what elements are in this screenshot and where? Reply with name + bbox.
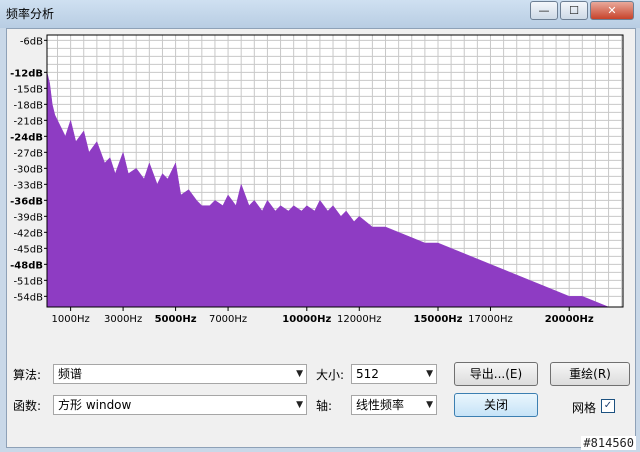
y-tick-label: -36dB (10, 196, 43, 207)
y-tick-label: -42dB (13, 228, 43, 239)
axis-label: 轴: (316, 399, 333, 413)
window-controls: — ☐ ✕ (528, 1, 634, 20)
y-tick-label: -12dB (10, 68, 43, 79)
x-tick-label: 15000Hz (414, 314, 463, 325)
y-tick-label: -24dB (10, 132, 43, 143)
title-bar: 频率分析 — ☐ ✕ (0, 0, 640, 28)
grid-label: 网格 (572, 401, 597, 415)
y-tick-label: -27dB (13, 148, 43, 159)
x-tick-label: 12000Hz (337, 314, 382, 325)
y-tick-label: -45dB (13, 244, 43, 255)
y-tick-label: -51dB (13, 276, 43, 287)
y-tick-label: -33dB (13, 180, 43, 191)
y-tick-label: -39dB (13, 212, 43, 223)
axis-value: 线性频率 (356, 398, 405, 412)
y-tick-label: -15dB (13, 84, 43, 95)
y-tick-label: -6dB (20, 36, 43, 47)
x-tick-label: 1000Hz (52, 314, 90, 325)
y-tick-label: -21dB (13, 116, 43, 127)
replot-button[interactable]: 重绘(R) (550, 362, 630, 386)
size-label: 大小: (316, 368, 345, 382)
close-window-button[interactable]: ✕ (590, 1, 634, 20)
x-tick-label: 7000Hz (209, 314, 247, 325)
spectrum-chart: -6dB -12dB -15dB -18dB -21dB -24dB -27dB -30dB -… (10, 34, 624, 325)
maximize-button[interactable]: ☐ (560, 1, 588, 20)
window-title: 频率分析 (6, 7, 55, 21)
function-label: 函数: (13, 399, 42, 413)
y-tick-label: -18dB (13, 100, 43, 111)
x-tick-label: 17000Hz (468, 314, 513, 325)
dialog-body: -6dB -12dB -15dB -18dB -21dB -24dB -27dB -30dB -… (6, 28, 636, 448)
algorithm-value: 频谱 (58, 367, 83, 381)
size-value: 512 (356, 367, 379, 381)
algorithm-label: 算法: (13, 368, 42, 382)
chevron-down-icon: ▼ (296, 400, 303, 410)
close-button[interactable]: 关闭 (454, 393, 538, 417)
export-button[interactable]: 导出...(E) (454, 362, 538, 386)
size-select[interactable]: 512 ▼ (351, 364, 437, 384)
algorithm-select[interactable]: 频谱 ▼ (53, 364, 307, 384)
x-tick-label: 3000Hz (104, 314, 142, 325)
function-value: 方形 window (58, 398, 132, 412)
minimize-button[interactable]: — (530, 1, 558, 20)
axis-select[interactable]: 线性频率 ▼ (351, 395, 437, 415)
x-tick-label: 20000Hz (545, 314, 594, 325)
x-tick-label: 5000Hz (155, 314, 197, 325)
chevron-down-icon: ▼ (296, 369, 303, 379)
chevron-down-icon: ▼ (426, 369, 433, 379)
function-select[interactable]: 方形 window ▼ (53, 395, 307, 415)
watermark-id: #814560 (581, 436, 636, 450)
x-tick-label: 10000Hz (282, 314, 331, 325)
y-tick-label: -30dB (13, 164, 43, 175)
y-tick-label: -54dB (13, 292, 43, 303)
chevron-down-icon: ▼ (426, 400, 433, 410)
grid-checkbox[interactable]: ✓ (601, 399, 615, 413)
y-tick-label: -48dB (10, 260, 43, 271)
